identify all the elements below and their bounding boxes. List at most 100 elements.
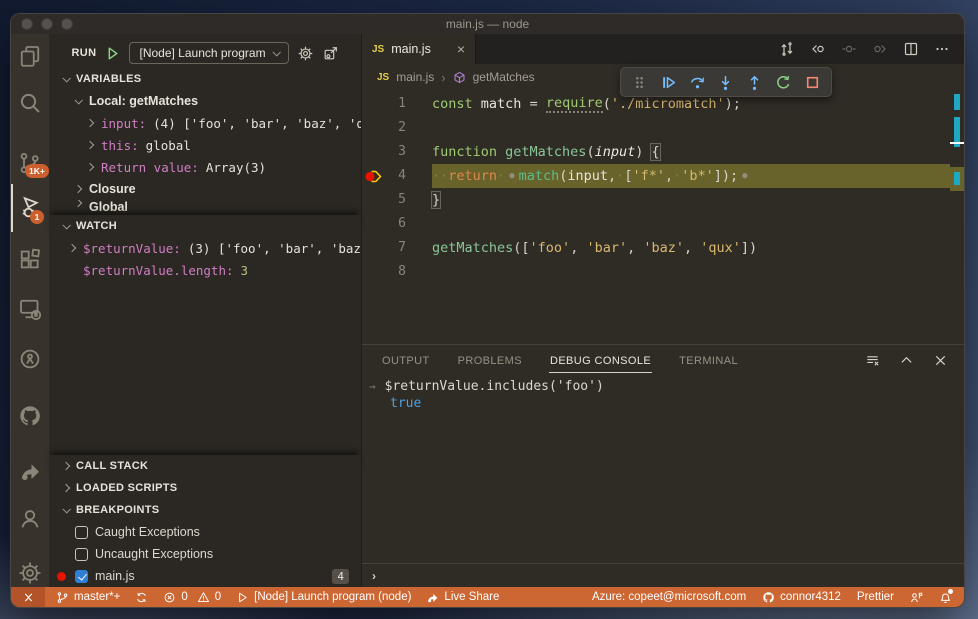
current-breakpoint-icon[interactable] xyxy=(362,164,384,188)
variable-name: this: xyxy=(101,137,139,153)
activity-bar: 1K+ 1 xyxy=(11,34,49,587)
panel-tab-problems[interactable]: PROBLEMS xyxy=(457,348,523,373)
breakpoints-section-header[interactable]: BREAKPOINTS xyxy=(49,499,361,521)
breakpoint-checkbox[interactable] xyxy=(75,547,88,561)
github-icon[interactable] xyxy=(18,404,42,428)
notifications-status[interactable] xyxy=(939,588,953,604)
accounts-icon[interactable] xyxy=(18,507,42,531)
tab-main-js[interactable]: JS main.js × xyxy=(362,34,476,64)
gutter[interactable] xyxy=(362,92,384,116)
open-debug-console-icon[interactable] xyxy=(322,45,339,62)
breadcrumb-file[interactable]: main.js xyxy=(396,70,434,84)
panel-tab-debug-console[interactable]: DEBUG CONSOLE xyxy=(548,348,653,373)
debug-launch-status[interactable]: [Node] Launch program (node) xyxy=(236,591,411,604)
variable-row[interactable]: input: (4) ['foo', 'bar', 'baz', 'qux'] xyxy=(49,112,394,134)
call-stack-section-header[interactable]: CALL STACK xyxy=(49,455,361,477)
gutter[interactable] xyxy=(362,140,384,164)
vscode-window: main.js — node 1K+ 1 RUN [Node] Launch p… xyxy=(10,13,965,608)
breakpoints-header-label: BREAKPOINTS xyxy=(76,504,160,516)
close-panel-icon[interactable] xyxy=(933,353,948,368)
step-over-icon[interactable] xyxy=(689,74,706,91)
line-text xyxy=(432,116,964,140)
step-into-icon[interactable] xyxy=(717,74,734,91)
breakpoint-checkbox[interactable] xyxy=(75,525,88,539)
toolbar-drag-grip[interactable] xyxy=(631,74,648,91)
gutter[interactable] xyxy=(362,236,384,260)
problems-status[interactable]: 0 0 xyxy=(163,591,221,604)
loaded-scripts-section-header[interactable]: LOADED SCRIPTS xyxy=(49,477,361,499)
panel-tab-output[interactable]: OUTPUT xyxy=(381,348,431,373)
gutter[interactable] xyxy=(362,188,384,212)
chevron-right-icon xyxy=(73,200,83,208)
gutter[interactable] xyxy=(362,116,384,140)
code-line[interactable]: 2 xyxy=(362,116,964,140)
gutter[interactable] xyxy=(362,260,384,284)
split-editor-icon[interactable] xyxy=(903,41,919,57)
debug-console-output[interactable]: → $returnValue.includes('foo') true xyxy=(362,375,964,412)
remote-icon xyxy=(22,591,35,604)
chevron-down-icon xyxy=(62,221,71,230)
variable-row[interactable]: Return value: Array(3) xyxy=(49,156,361,178)
scope-row[interactable]: Global xyxy=(49,200,361,215)
variables-section-header[interactable]: VARIABLES xyxy=(49,68,361,90)
code-line[interactable]: 8 xyxy=(362,260,964,284)
code-line[interactable]: 5} xyxy=(362,188,964,212)
sync-status[interactable] xyxy=(135,591,148,604)
code-line[interactable]: 6 xyxy=(362,212,964,236)
scope-row[interactable]: Local: getMatches xyxy=(49,90,361,112)
live-share-status[interactable]: Live Share xyxy=(426,591,499,604)
debug-console-input[interactable]: › xyxy=(362,563,964,587)
variable-name: input: xyxy=(101,115,147,131)
next-change-icon[interactable] xyxy=(872,41,888,57)
prettier-status[interactable]: Prettier xyxy=(857,591,894,603)
watch-expression-row[interactable]: $returnValue.length: 3 xyxy=(49,259,361,281)
restart-icon[interactable] xyxy=(775,74,792,91)
watch-expression-value: (3) ['foo', 'bar', 'baz'] xyxy=(187,240,376,256)
configure-launch-icon[interactable] xyxy=(297,45,314,62)
variable-row[interactable]: this: global xyxy=(49,134,361,156)
breakpoint-row[interactable]: Uncaught Exceptions xyxy=(49,543,361,565)
live-share-session-icon[interactable] xyxy=(18,347,42,371)
gutter-indicator-icon[interactable] xyxy=(841,41,857,57)
previous-change-icon[interactable] xyxy=(810,41,826,57)
maximize-panel-icon[interactable] xyxy=(899,353,914,368)
more-actions-icon[interactable] xyxy=(934,41,950,57)
panel-tab-terminal[interactable]: TERMINAL xyxy=(678,348,739,373)
remote-explorer-icon[interactable] xyxy=(18,297,42,321)
open-changes-icon[interactable] xyxy=(779,41,795,57)
extensions-icon[interactable] xyxy=(18,247,42,271)
search-icon[interactable] xyxy=(18,91,42,115)
stop-icon[interactable] xyxy=(804,74,821,91)
breadcrumb-symbol[interactable]: getMatches xyxy=(473,70,535,84)
clear-console-icon[interactable] xyxy=(865,353,880,368)
remote-indicator[interactable] xyxy=(11,587,45,607)
gutter[interactable] xyxy=(362,212,384,236)
code-line[interactable]: 7 getMatches(['foo', 'bar', 'baz', 'qux']… xyxy=(362,236,964,260)
scope-row[interactable]: Closure xyxy=(49,178,361,200)
code-line[interactable]: 3 function getMatches(input) { xyxy=(362,140,964,164)
breakpoint-checkbox[interactable] xyxy=(75,569,88,583)
close-tab-icon[interactable]: × xyxy=(457,42,465,56)
github-account-status[interactable]: connor4312 xyxy=(762,591,841,604)
watch-expression-row[interactable]: $returnValue: (3) ['foo', 'bar', 'baz'] xyxy=(49,237,376,259)
step-out-icon[interactable] xyxy=(746,74,763,91)
sync-icon xyxy=(135,591,148,604)
line-number: 6 xyxy=(398,216,406,231)
live-share-label: Live Share xyxy=(444,591,500,603)
chevron-down-icon xyxy=(62,74,71,83)
watch-expression-name: $returnValue: xyxy=(83,240,181,256)
start-debugging-icon[interactable] xyxy=(104,45,121,62)
continue-icon[interactable] xyxy=(660,74,677,91)
git-branch-status[interactable]: master*+ xyxy=(56,591,120,604)
live-share-icon[interactable] xyxy=(18,459,42,483)
breakpoint-row[interactable]: main.js 4 xyxy=(49,565,361,587)
code-editor[interactable]: 1 const match = require('./micromatch'); 2… xyxy=(362,90,964,344)
watch-section-header[interactable]: WATCH xyxy=(49,215,361,237)
feedback-status[interactable] xyxy=(910,591,923,604)
breakpoint-row[interactable]: Caught Exceptions xyxy=(49,521,361,543)
explorer-icon[interactable] xyxy=(18,44,42,68)
settings-gear-icon[interactable] xyxy=(18,561,42,585)
azure-account-status[interactable]: Azure: copeet@microsoft.com xyxy=(592,591,746,603)
code-line[interactable]: 4 ·· return · ● match(input, ·['f*', ·'b*']); ● xyxy=(362,164,964,188)
launch-configuration-dropdown[interactable]: [Node] Launch program xyxy=(129,42,289,64)
